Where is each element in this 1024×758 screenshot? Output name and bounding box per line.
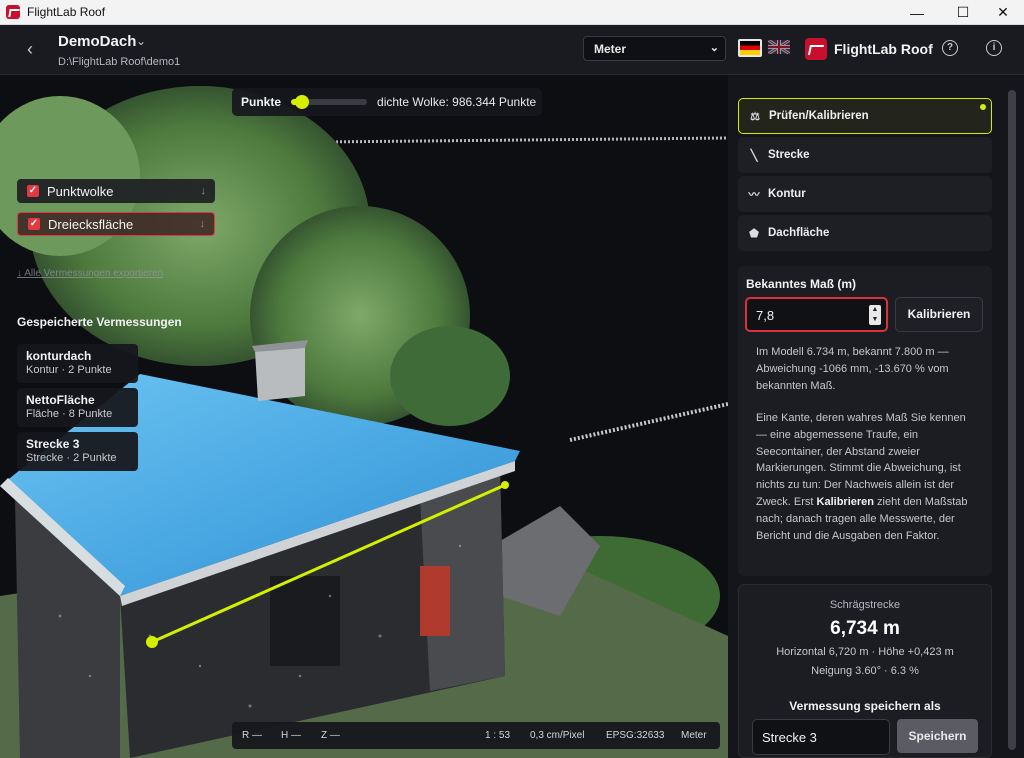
calibration-card: Bekanntes Maß (m) 7,8 ▲ ▼ Kalibrieren Im … <box>738 266 992 576</box>
density-text: dichte Wolke: 986.344 Punkte <box>377 95 537 109</box>
viewport-statusbar: R — H — Z — 1 : 53 0,3 cm/Pixel EPSG:326… <box>232 722 720 749</box>
saved-detail: Strecke · 2 Punkte <box>26 452 117 464</box>
layer-label: Punktwolke <box>47 183 114 199</box>
layer-triangle-mesh[interactable]: ✓ Dreiecksfläche ↓ <box>17 212 215 236</box>
export-all-link[interactable]: ↓ Alle Vermessungen exportieren <box>17 268 163 279</box>
project-name[interactable]: DemoDach <box>58 33 136 50</box>
app-logo-icon <box>6 5 20 19</box>
download-icon[interactable]: ↓ <box>200 218 206 230</box>
save-button[interactable]: Speichern <box>897 719 978 753</box>
tool-check-calibrate[interactable]: ⚖ Prüfen/Kalibrieren <box>738 98 992 134</box>
unit-select[interactable]: Meter ⌄ <box>583 36 726 61</box>
brand-name: FlightLab Roof <box>834 41 933 57</box>
known-length-value: 7,8 <box>756 308 775 323</box>
tool-label: Dachfläche <box>768 227 830 239</box>
status-gsd: 0,3 cm/Pixel <box>530 730 585 741</box>
status-z: Z — <box>321 730 340 741</box>
status-epsg: EPSG:32633 <box>606 730 665 741</box>
measurement-end-point[interactable] <box>501 481 509 489</box>
panel-scrollbar[interactable] <box>1000 76 1024 758</box>
points-label: Punkte <box>241 95 282 109</box>
saved-measurement-card[interactable]: konturdach Kontur · 2 Punkte <box>17 344 138 383</box>
known-length-heading: Bekanntes Maß (m) <box>746 277 857 291</box>
info-icon[interactable]: i <box>986 40 1002 56</box>
calibrate-button[interactable]: Kalibrieren <box>895 297 983 332</box>
tool-label: Strecke <box>768 149 810 161</box>
status-r: R — <box>242 730 262 741</box>
tool-label: Kontur <box>768 188 806 200</box>
chevron-down-icon: ⌄ <box>709 42 719 54</box>
saved-name: NettoFläche <box>26 393 95 407</box>
window-title: FlightLab Roof <box>27 5 106 19</box>
minimize-button[interactable]: — <box>894 0 940 25</box>
measurement-start-point[interactable] <box>146 636 158 648</box>
layer-label: Dreiecksfläche <box>48 216 134 232</box>
status-unit: Meter <box>681 730 707 741</box>
saved-detail: Fläche · 8 Punkte <box>26 408 113 420</box>
brand-logo-icon <box>805 38 827 60</box>
spinner-icon[interactable]: ▲ ▼ <box>869 305 881 325</box>
window-titlebar: FlightLab Roof — ☐ ✕ <box>0 0 1024 25</box>
points-slider[interactable] <box>291 95 368 109</box>
result-horizontal-height: Horizontal 6,720 m · Höhe +0,423 m <box>776 646 954 658</box>
save-as-label: Vermessung speichern als <box>789 699 941 713</box>
saved-name: Strecke 3 <box>26 437 80 451</box>
tool-panel: ⚖ Prüfen/Kalibrieren ╲ Strecke 〰 Kontur … <box>728 76 1000 758</box>
close-button[interactable]: ✕ <box>980 0 1024 25</box>
pentagon-icon: ⬟ <box>749 227 759 240</box>
status-scale: 1 : 53 <box>485 730 511 741</box>
uk-flag-icon[interactable] <box>768 40 790 54</box>
tool-contour[interactable]: 〰 Kontur <box>738 176 992 212</box>
ruler-icon: ╲ <box>750 149 758 162</box>
scale-icon: ⚖ <box>750 110 760 123</box>
result-slope: Neigung 3.60° · 6.3 % <box>811 665 919 677</box>
download-icon[interactable]: ↓ <box>201 185 207 197</box>
result-value: 6,734 m <box>830 618 900 639</box>
checkbox-checked-icon[interactable]: ✓ <box>28 218 40 230</box>
project-path: D:\FlightLab Roof\demo1 <box>58 56 181 68</box>
points-control: Punkte dichte Wolke: 986.344 Punkte <box>232 88 542 116</box>
back-icon[interactable]: ‹ <box>20 40 40 60</box>
unit-select-value: Meter <box>594 42 627 56</box>
measurement-result-card: Schrägstrecke 6,734 m Horizontal 6,720 m… <box>738 584 992 758</box>
saved-name: konturdach <box>26 349 92 363</box>
saved-measurement-card[interactable]: Strecke 3 Strecke · 2 Punkte <box>17 432 138 471</box>
help-icon[interactable]: ? <box>942 40 958 56</box>
result-caption: Schrägstrecke <box>829 599 901 611</box>
layer-point-cloud[interactable]: ✓ Punktwolke ↓ <box>17 179 215 203</box>
points-slider-knob[interactable] <box>294 95 309 109</box>
wave-icon: 〰 <box>748 189 760 201</box>
app-header: ‹ DemoDach ⌄ D:\FlightLab Roof\demo1 Met… <box>0 25 1024 75</box>
german-flag-icon[interactable] <box>738 39 762 57</box>
chevron-down-icon[interactable]: ⌄ <box>136 34 146 48</box>
help-text: Eine Kante, deren wahres Maß Sie kennen … <box>756 412 968 542</box>
measurement-name-input[interactable]: Strecke 3 <box>752 719 890 755</box>
active-indicator <box>980 104 986 110</box>
known-length-input[interactable]: 7,8 ▲ ▼ <box>745 297 888 332</box>
checkbox-checked-icon[interactable]: ✓ <box>27 185 39 197</box>
scrollbar-thumb[interactable] <box>1008 90 1016 750</box>
saved-measurement-card[interactable]: NettoFläche Fläche · 8 Punkte <box>17 388 138 427</box>
3d-viewport[interactable]: Punkte dichte Wolke: 986.344 Punkte ✓ Pu… <box>0 76 728 758</box>
tool-roof-area[interactable]: ⬟ Dachfläche <box>738 215 992 251</box>
saved-detail: Kontur · 2 Punkte <box>26 364 112 376</box>
saved-measurements-title: Gespeicherte Vermessungen <box>17 315 182 329</box>
tool-distance[interactable]: ╲ Strecke <box>738 137 992 173</box>
tool-label: Prüfen/Kalibrieren <box>769 110 869 122</box>
deviation-text: Im Modell 6.734 m, bekannt 7.800 m — Abw… <box>756 346 949 392</box>
status-h: H — <box>281 730 301 741</box>
